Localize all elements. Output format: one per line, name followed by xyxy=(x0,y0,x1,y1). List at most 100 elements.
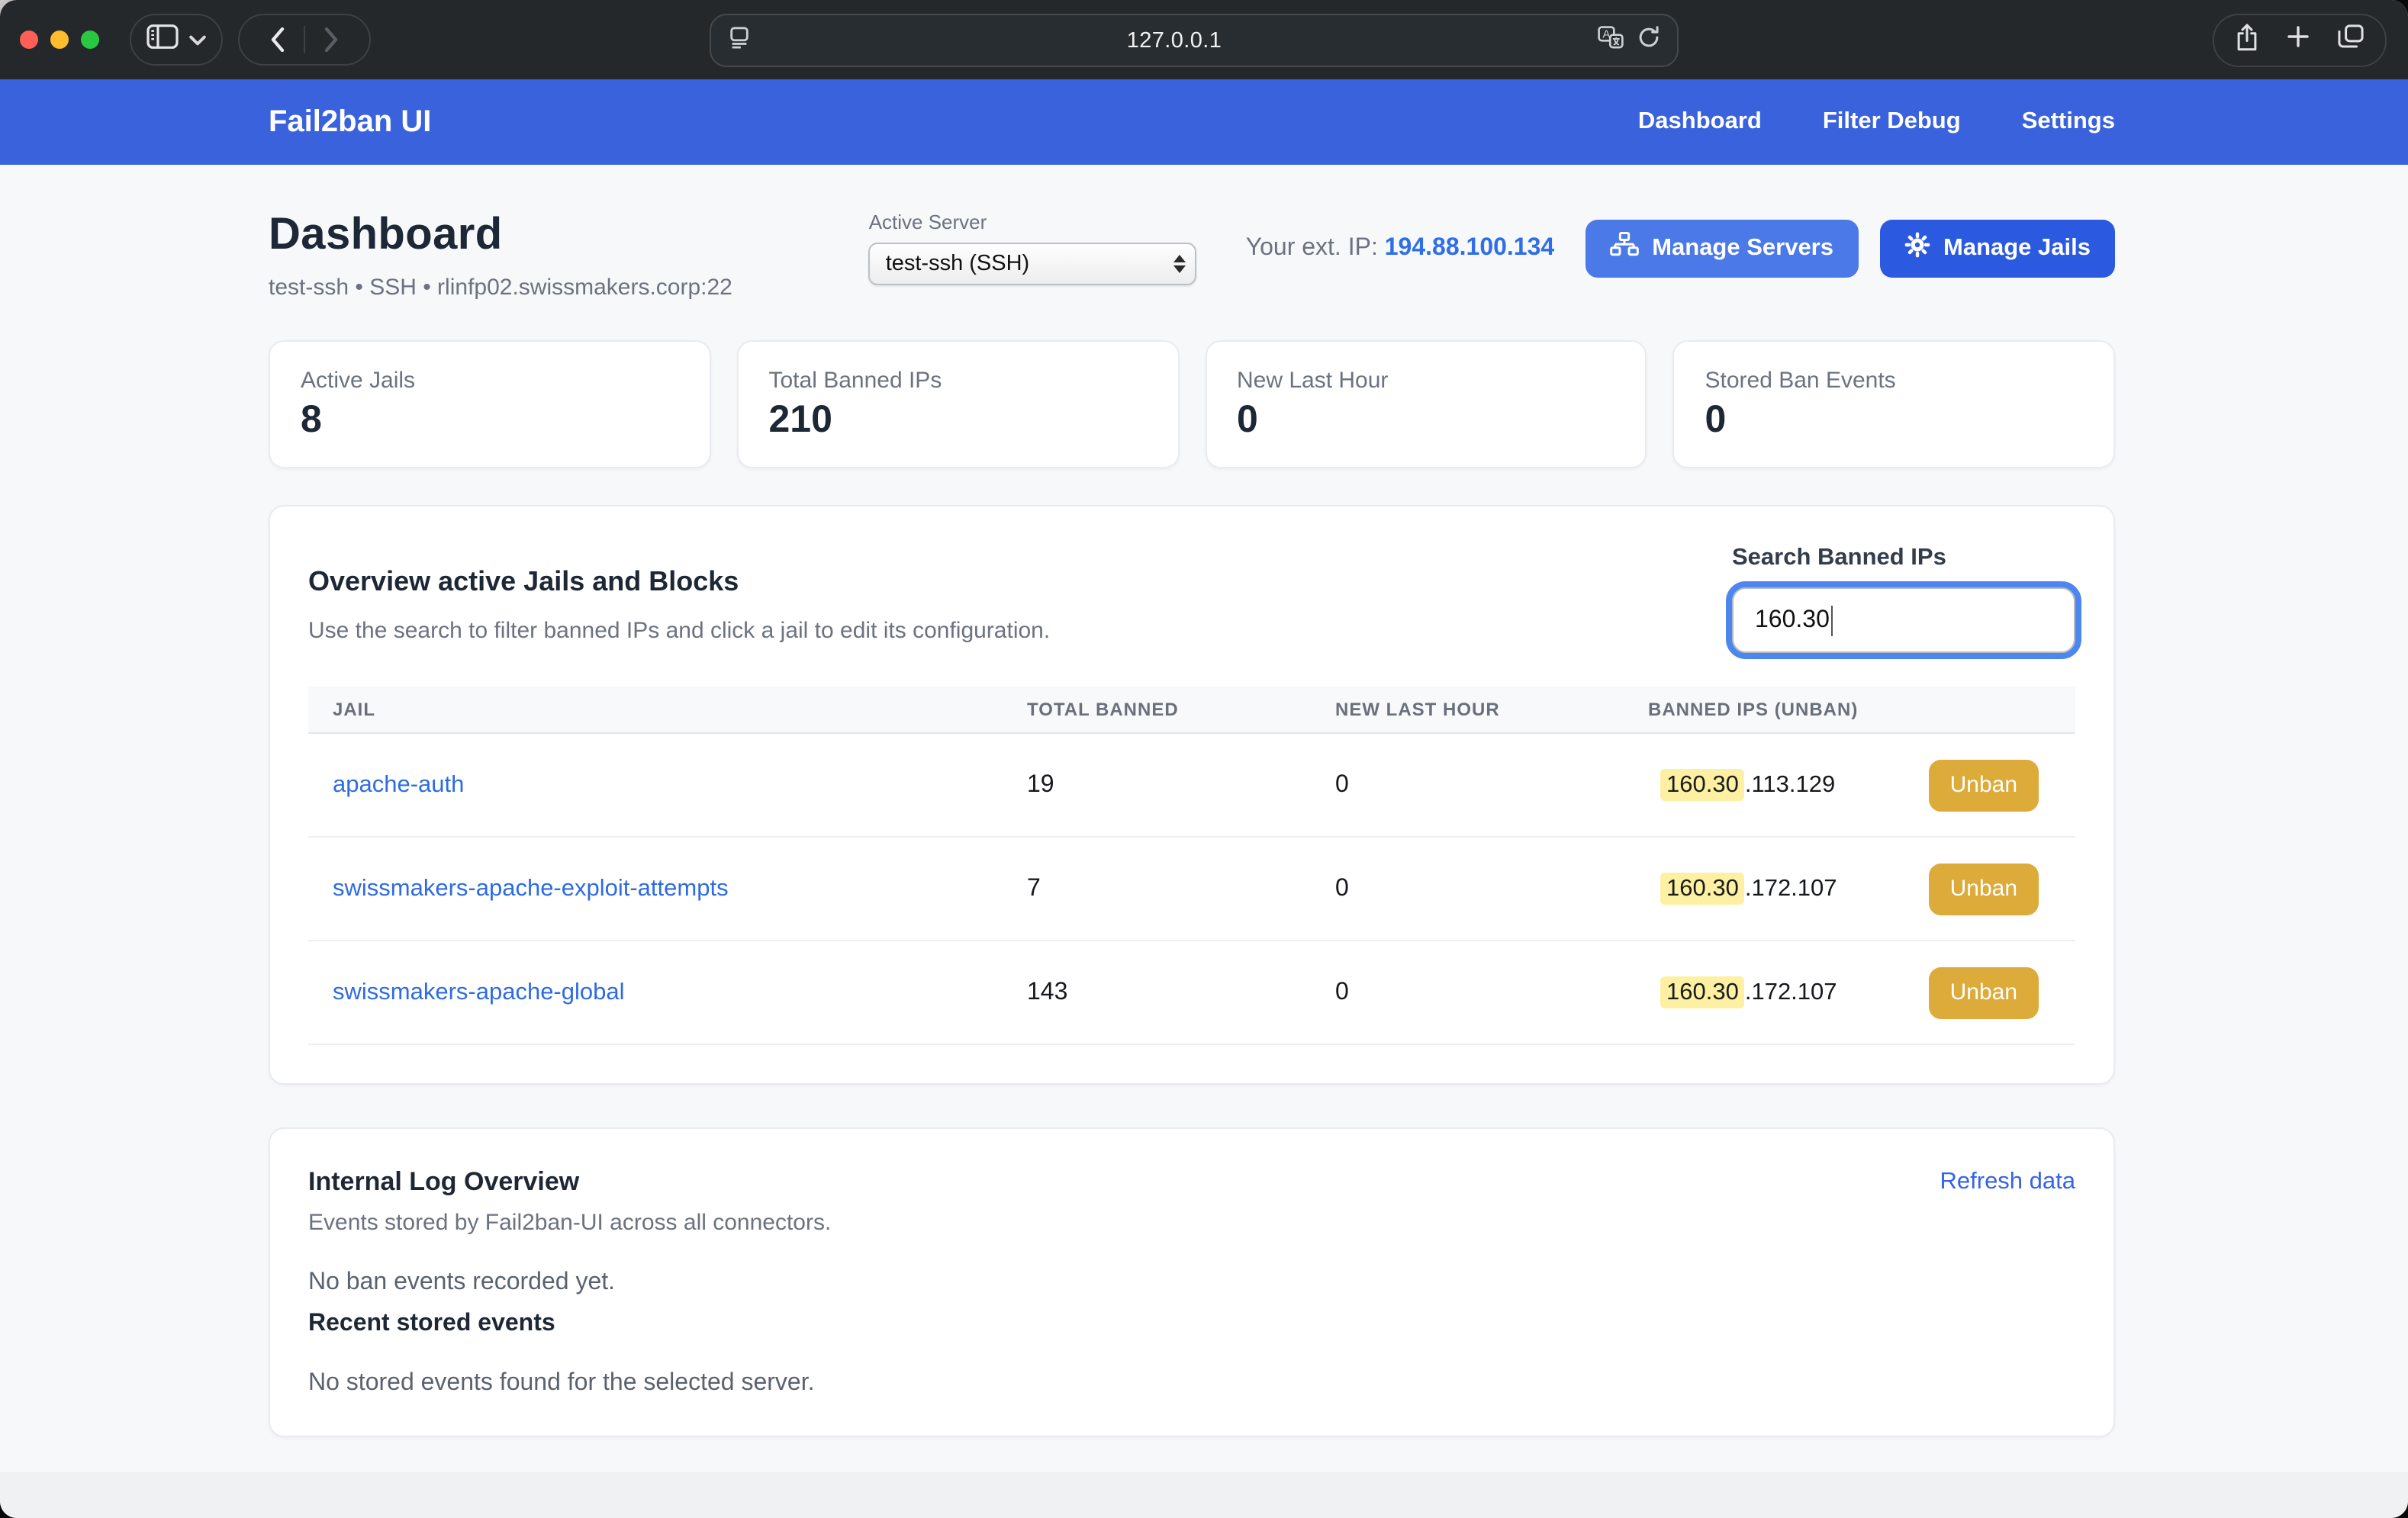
page-format-icon[interactable] xyxy=(728,25,751,56)
page-header: Dashboard test-ssh • SSH • rlinfp02.swis… xyxy=(269,211,2115,301)
overview-title: Overview active Jails and Blocks xyxy=(308,566,1050,598)
total-banned-value: 19 xyxy=(1027,771,1335,799)
new-last-hour-value: 0 xyxy=(1335,771,1648,799)
banned-ip: 160.30.172.107 xyxy=(1660,979,1837,1006)
text-caret xyxy=(1831,605,1833,635)
total-banned-value: 7 xyxy=(1027,875,1335,902)
manage-servers-label: Manage Servers xyxy=(1652,234,1833,262)
share-icon[interactable] xyxy=(2236,22,2258,59)
ip-rest: .172.107 xyxy=(1745,979,1837,1005)
stat-card-total-banned: Total Banned IPs 210 xyxy=(737,340,1180,468)
jail-link[interactable]: apache-auth xyxy=(333,771,1027,799)
window-controls xyxy=(20,31,99,49)
gear-icon xyxy=(1904,231,1930,265)
recent-stored-events-heading: Recent stored events xyxy=(308,1311,2075,1338)
active-server-label: Active Server xyxy=(869,211,1197,233)
manage-jails-label: Manage Jails xyxy=(1943,234,2091,262)
nav-link-filter-debug[interactable]: Filter Debug xyxy=(1823,108,1961,136)
log-title: Internal Log Overview xyxy=(308,1167,579,1198)
nav-link-settings[interactable]: Settings xyxy=(2022,108,2115,136)
svg-text:A: A xyxy=(1602,27,1610,40)
refresh-data-link[interactable]: Refresh data xyxy=(1940,1169,2076,1196)
stat-card-new-last-hour: New Last Hour 0 xyxy=(1205,340,1647,468)
tab-overview-icon[interactable] xyxy=(2338,24,2364,56)
ip-highlight: 160.30 xyxy=(1660,872,1745,904)
col-header-banned-ips: BANNED IPS (UNBAN) xyxy=(1648,699,2051,720)
stat-card-active-jails: Active Jails 8 xyxy=(269,340,711,468)
table-row: swissmakers-apache-global 143 0 160.30.1… xyxy=(308,941,2075,1045)
stat-label: Total Banned IPs xyxy=(769,368,1148,394)
new-tab-icon[interactable] xyxy=(2287,26,2309,55)
active-server-select[interactable]: test-ssh (SSH) xyxy=(869,243,1197,285)
translate-icon[interactable]: A xyxy=(1598,25,1624,56)
ip-highlight: 160.30 xyxy=(1660,976,1745,1008)
page-title: Dashboard xyxy=(269,211,732,261)
stat-label: Stored Ban Events xyxy=(1705,368,2084,394)
table-row: swissmakers-apache-exploit-attempts 7 0 … xyxy=(308,838,2075,941)
ip-rest: .113.129 xyxy=(1745,771,1835,797)
sidebar-toggle-button[interactable] xyxy=(130,14,223,66)
jails-overview-card: Overview active Jails and Blocks Use the… xyxy=(269,505,2115,1085)
unban-button[interactable]: Unban xyxy=(1929,759,2039,811)
desktop: 127.0.0.1 A xyxy=(0,0,2408,1518)
reload-icon[interactable] xyxy=(1637,25,1660,56)
log-subtitle: Events stored by Fail2ban-UI across all … xyxy=(308,1210,2075,1236)
external-ip-label: Your ext. IP: xyxy=(1246,234,1378,260)
search-banned-ips-input[interactable]: 160.30 xyxy=(1732,587,2075,653)
sitemap-icon xyxy=(1609,232,1638,264)
page-body: Dashboard test-ssh • SSH • rlinfp02.swis… xyxy=(0,165,2408,1472)
nav-divider xyxy=(304,26,305,53)
banned-ip: 160.30.172.107 xyxy=(1660,875,1837,902)
new-last-hour-value: 0 xyxy=(1335,979,1648,1006)
nav-link-dashboard[interactable]: Dashboard xyxy=(1638,108,1762,136)
brand-title[interactable]: Fail2ban UI xyxy=(269,105,431,140)
col-header-new-last-hour: NEW LAST HOUR xyxy=(1335,699,1648,720)
zoom-window-button[interactable] xyxy=(81,31,99,49)
jail-link[interactable]: swissmakers-apache-exploit-attempts xyxy=(333,875,1027,902)
toolbar-right-group xyxy=(2213,14,2387,67)
window-bottom-gutter xyxy=(0,1472,2408,1518)
manage-servers-button[interactable]: Manage Servers xyxy=(1585,219,1858,277)
stat-value: 210 xyxy=(769,398,1148,442)
stat-value: 0 xyxy=(1237,398,1615,442)
forward-button[interactable] xyxy=(313,27,349,52)
banned-ip: 160.30.113.129 xyxy=(1660,771,1835,799)
url-text: 127.0.0.1 xyxy=(751,28,1598,53)
stat-label: Active Jails xyxy=(301,368,679,394)
address-bar[interactable]: 127.0.0.1 A xyxy=(710,14,1679,67)
col-header-total-banned: TOTAL BANNED xyxy=(1027,699,1335,720)
ip-highlight: 160.30 xyxy=(1660,768,1745,800)
select-stepper-icon xyxy=(1174,255,1186,273)
no-ban-events-text: No ban events recorded yet. xyxy=(308,1269,2075,1297)
total-banned-value: 143 xyxy=(1027,979,1335,1006)
ip-rest: .172.107 xyxy=(1745,875,1837,901)
back-button[interactable] xyxy=(259,27,296,52)
sidebar-icon xyxy=(146,24,179,56)
safari-window: 127.0.0.1 A xyxy=(0,0,2408,1518)
col-header-jail: JAIL xyxy=(333,699,1027,720)
jail-link[interactable]: swissmakers-apache-global xyxy=(333,979,1027,1006)
stat-card-stored-ban-events: Stored Ban Events 0 xyxy=(1673,340,2116,468)
minimize-window-button[interactable] xyxy=(50,31,69,49)
browser-toolbar: 127.0.0.1 A xyxy=(0,0,2408,79)
stat-label: New Last Hour xyxy=(1237,368,1615,394)
external-ip: Your ext. IP: 194.88.100.134 xyxy=(1246,234,1555,262)
no-stored-events-text: No stored events found for the selected … xyxy=(308,1370,2075,1397)
stat-value: 8 xyxy=(301,398,679,442)
manage-jails-button[interactable]: Manage Jails xyxy=(1879,219,2115,277)
stat-cards: Active Jails 8 Total Banned IPs 210 New … xyxy=(269,340,2115,468)
external-ip-value[interactable]: 194.88.100.134 xyxy=(1385,234,1554,260)
internal-log-card: Internal Log Overview Refresh data Event… xyxy=(269,1127,2115,1437)
page-subtitle: test-ssh • SSH • rlinfp02.swissmakers.co… xyxy=(269,275,732,301)
active-server-value: test-ssh (SSH) xyxy=(886,252,1174,276)
overview-subtitle: Use the search to filter banned IPs and … xyxy=(308,618,1050,644)
history-nav xyxy=(238,14,371,66)
unban-button[interactable]: Unban xyxy=(1929,863,2039,915)
chevron-down-icon xyxy=(189,26,206,53)
close-window-button[interactable] xyxy=(20,31,38,49)
table-row: apache-auth 19 0 160.30.113.129 Unban xyxy=(308,734,2075,838)
search-banned-ips-label: Search Banned IPs xyxy=(1732,545,2075,572)
app-navbar: Fail2ban UI Dashboard Filter Debug Setti… xyxy=(0,79,2408,165)
jails-table: JAIL TOTAL BANNED NEW LAST HOUR BANNED I… xyxy=(308,687,2075,1045)
unban-button[interactable]: Unban xyxy=(1929,966,2039,1018)
